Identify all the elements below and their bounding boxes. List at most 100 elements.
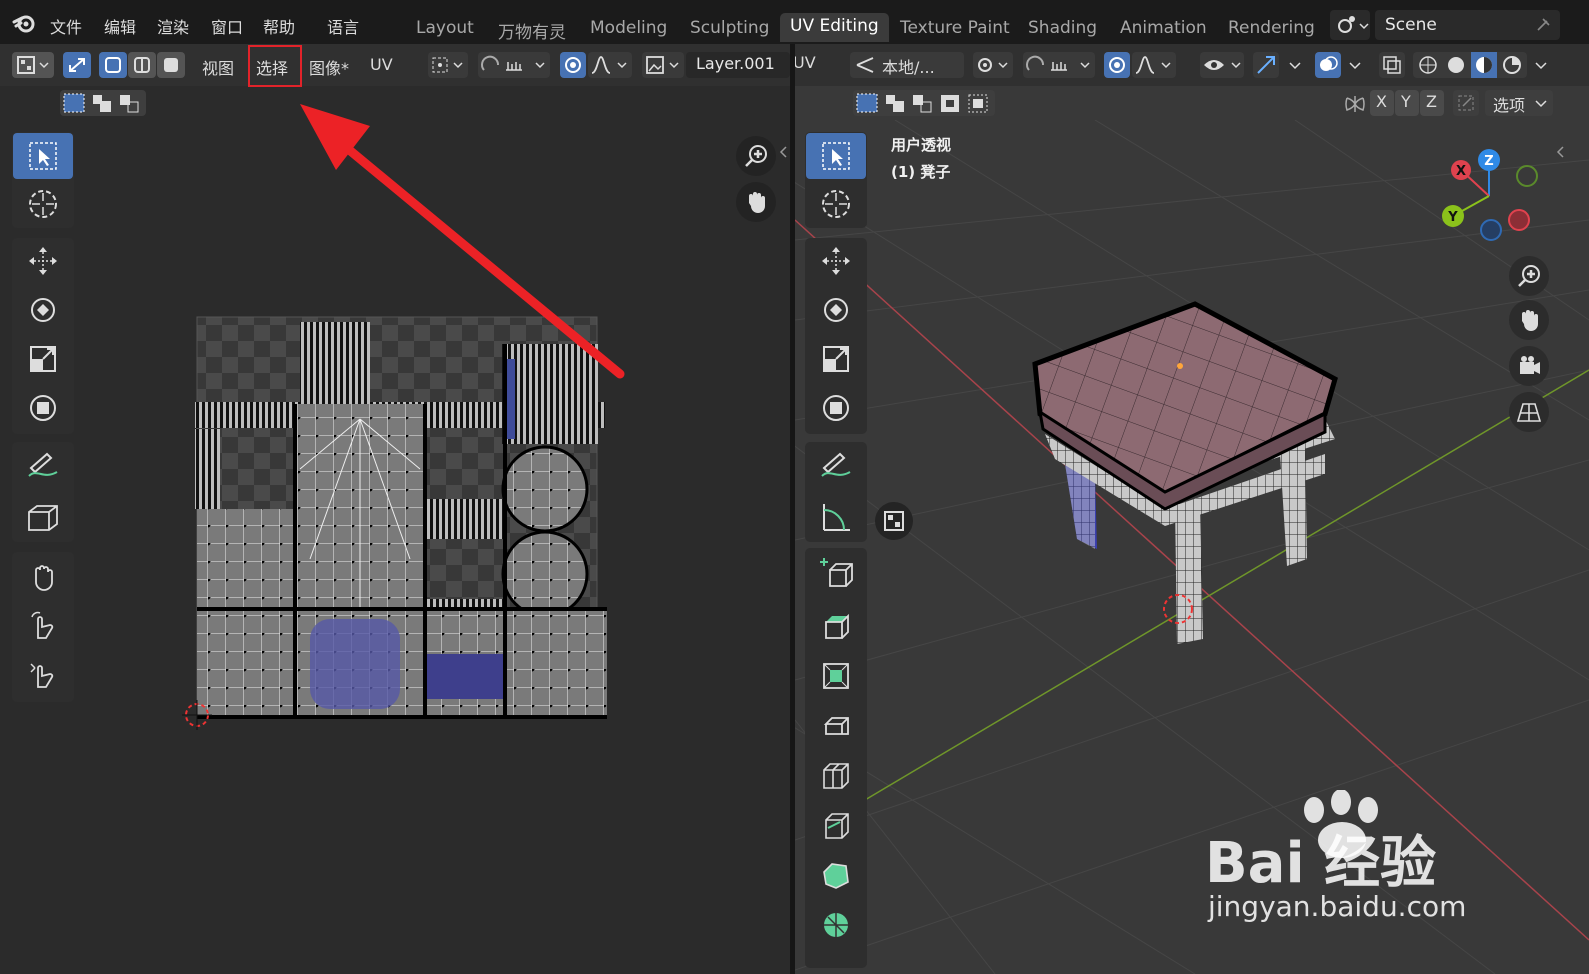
- watermark-brand: Bai 经验: [1205, 831, 1437, 896]
- annotate-tool[interactable]: [13, 442, 73, 488]
- move-tool[interactable]: [13, 238, 73, 284]
- grab-tool[interactable]: [13, 554, 73, 600]
- viewport-magnet-icon: [1026, 55, 1090, 71]
- uv-toolbar-group-3: [12, 442, 74, 542]
- rip-region-tool[interactable]: [13, 494, 73, 540]
- edge-select-mode[interactable]: [128, 52, 156, 78]
- vp-inset-tool[interactable]: [806, 652, 866, 698]
- vp-extrude-tool[interactable]: [806, 602, 866, 648]
- options-dropdown[interactable]: 选项: [1485, 90, 1553, 116]
- shading-mode-group[interactable]: [1413, 52, 1527, 78]
- tab-shading[interactable]: Shading: [1028, 18, 1097, 38]
- uv-zoom-button[interactable]: [736, 136, 776, 176]
- uv-menu-view[interactable]: 视图: [202, 55, 234, 79]
- image-browse-dropdown[interactable]: [642, 52, 684, 78]
- vp-camera-button[interactable]: [1509, 346, 1549, 386]
- mirror-x-toggle[interactable]: X: [1370, 90, 1394, 116]
- editor-type-button[interactable]: [12, 52, 54, 78]
- tab-rendering[interactable]: Rendering: [1228, 18, 1315, 38]
- tab-modeling[interactable]: Modeling: [590, 18, 667, 38]
- shading-dropdown[interactable]: [1531, 54, 1553, 76]
- viewport-select-mode-group[interactable]: [853, 90, 995, 116]
- vp-perspective-button[interactable]: [1509, 392, 1549, 432]
- tab-layout[interactable]: Layout: [416, 18, 474, 38]
- mirror-y-toggle[interactable]: Y: [1395, 90, 1419, 116]
- menu-language[interactable]: 语言: [327, 14, 359, 38]
- face-select-mode[interactable]: [157, 52, 185, 78]
- viewport-uv-menu[interactable]: UV: [795, 53, 816, 72]
- blender-logo-icon[interactable]: [12, 12, 36, 34]
- viewport-toolbar-group-3: [805, 442, 867, 542]
- vp-sidebar-collapse-icon[interactable]: [1555, 144, 1565, 160]
- menu-file[interactable]: 文件: [50, 14, 82, 38]
- xray-toggle[interactable]: [1379, 52, 1405, 78]
- viewport-proportional-toggle[interactable]: [1104, 52, 1130, 78]
- eye-icon: [1204, 60, 1241, 70]
- vp-cursor-tool[interactable]: [806, 181, 866, 227]
- pin-icon[interactable]: [1534, 16, 1552, 34]
- overlays-toggle[interactable]: [1315, 52, 1341, 78]
- stool-mesh[interactable]: [1025, 294, 1345, 674]
- selection-mode-group[interactable]: [60, 90, 146, 116]
- auto-merge-toggle[interactable]: [1453, 90, 1479, 116]
- uv-toolbar-group-4: [12, 552, 74, 702]
- vp-zoom-button[interactable]: [1509, 256, 1549, 296]
- image-name-field[interactable]: Layer.001: [686, 52, 790, 78]
- transform-tool[interactable]: [13, 385, 73, 431]
- vp-select-box-tool[interactable]: [806, 133, 866, 179]
- vp-rotate-tool[interactable]: [806, 287, 866, 333]
- 2d-cursor-icon[interactable]: [180, 698, 214, 732]
- navigation-gizmo[interactable]: Z X Y: [1435, 144, 1545, 244]
- uv-sync-floating-button[interactable]: [875, 502, 913, 540]
- menu-window[interactable]: 窗口: [211, 14, 243, 38]
- vp-bevel-tool[interactable]: [806, 702, 866, 748]
- mirror-butterfly-icon[interactable]: [1343, 92, 1367, 116]
- transform-orientation-dropdown[interactable]: 本地/...: [850, 52, 964, 78]
- select-box-tool[interactable]: [13, 133, 73, 179]
- tab-uv-editing[interactable]: UV Editing: [780, 13, 889, 42]
- vp-measure-tool[interactable]: [806, 494, 866, 540]
- vp-transform-tool[interactable]: [806, 385, 866, 431]
- pinch-tool[interactable]: [13, 652, 73, 698]
- viewport-snapping-dropdown[interactable]: [1023, 52, 1095, 78]
- tab-sculpting[interactable]: Sculpting: [690, 18, 769, 38]
- vp-spin-tool[interactable]: [806, 902, 866, 948]
- visibility-dropdown[interactable]: [1200, 52, 1244, 78]
- orientation-icon: [856, 57, 874, 73]
- vertex-select-mode[interactable]: [99, 52, 127, 78]
- gizmo-dropdown[interactable]: [1285, 54, 1307, 76]
- tab-wanwuyouling[interactable]: 万物有灵: [498, 18, 566, 43]
- sidebar-collapse-icon[interactable]: [778, 144, 788, 160]
- menu-help[interactable]: 帮助: [263, 14, 295, 38]
- gizmo-x-label: X: [1456, 164, 1466, 179]
- vp-annotate-tool[interactable]: [806, 442, 866, 488]
- tab-animation[interactable]: Animation: [1120, 18, 1207, 38]
- vp-loop-cut-tool[interactable]: [806, 752, 866, 798]
- measure-ruler-icon: [823, 504, 850, 531]
- mirror-z-toggle[interactable]: Z: [1420, 90, 1444, 116]
- vp-move-tool[interactable]: [806, 238, 866, 284]
- overlays-dropdown[interactable]: [1345, 54, 1367, 76]
- scale-tool[interactable]: [13, 336, 73, 382]
- sync-selection-toggle[interactable]: [63, 52, 91, 78]
- menu-edit[interactable]: 编辑: [104, 14, 136, 38]
- gizmo-toggle[interactable]: [1253, 52, 1279, 78]
- tab-texture-paint[interactable]: Texture Paint: [900, 18, 1010, 38]
- vp-pan-button[interactable]: [1509, 300, 1549, 340]
- scene-selector-button[interactable]: [1330, 10, 1370, 40]
- uv-pan-button[interactable]: [736, 182, 776, 222]
- scene-name-field[interactable]: Scene: [1375, 10, 1560, 40]
- menu-render[interactable]: 渲染: [157, 14, 189, 38]
- vp-poly-build-tool[interactable]: [806, 852, 866, 898]
- rotate-tool[interactable]: [13, 287, 73, 333]
- vp-scale-tool[interactable]: [806, 336, 866, 382]
- cursor-tool[interactable]: [13, 181, 73, 227]
- relax-tool[interactable]: [13, 603, 73, 649]
- viewport-falloff-dropdown[interactable]: [1132, 52, 1176, 78]
- pivot-dropdown[interactable]: [973, 52, 1013, 78]
- vp-add-cube-tool[interactable]: [806, 550, 866, 596]
- vp-knife-tool[interactable]: [806, 802, 866, 848]
- uv-menu-uv[interactable]: UV: [370, 55, 393, 74]
- knife-icon: [825, 813, 849, 839]
- bevel-icon: [823, 717, 849, 735]
